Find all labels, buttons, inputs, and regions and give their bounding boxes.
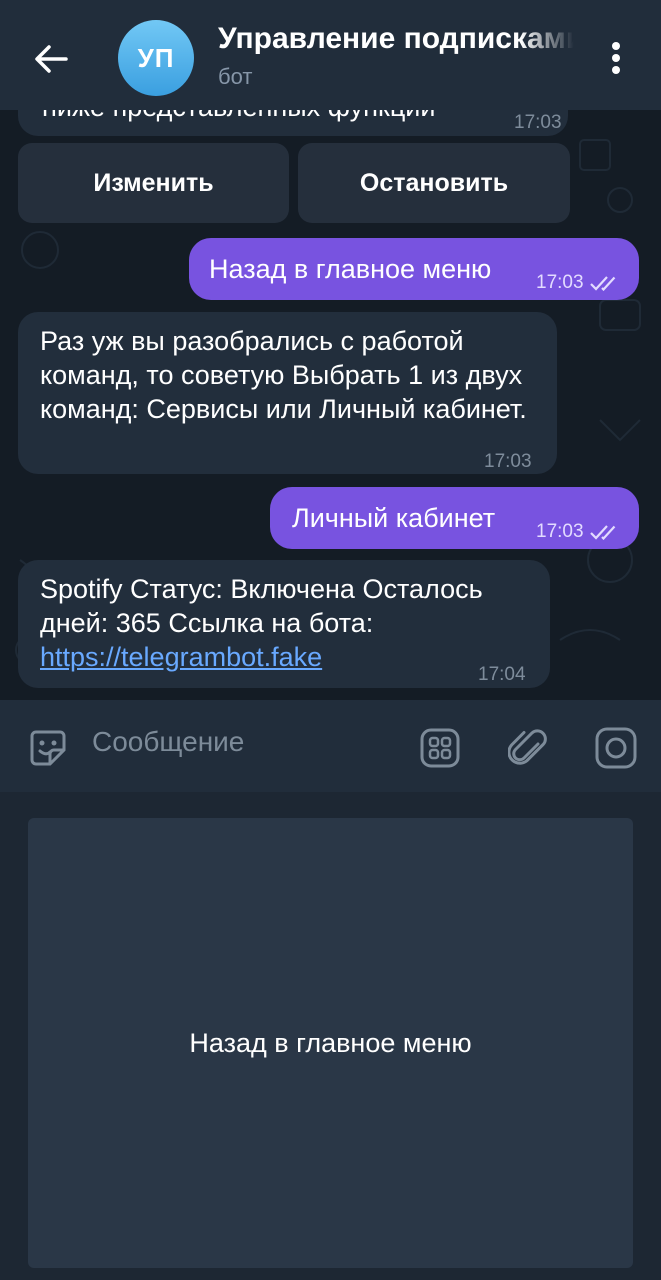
arrow-left-icon xyxy=(35,45,68,73)
message-bubble-outgoing: Назад в главное меню 17:03 xyxy=(189,238,639,300)
message-time: 17:03 xyxy=(484,451,532,472)
camera-button[interactable] xyxy=(592,724,640,772)
sticker-smile-icon xyxy=(30,730,66,766)
chat-header: УП Управление подписками бот xyxy=(0,0,661,110)
message-time: 17:03 xyxy=(536,515,620,549)
reply-keyboard: Назад в главное меню xyxy=(0,792,661,1280)
message-text: Назад в главное меню xyxy=(209,254,492,284)
message-time: 17:03 xyxy=(514,112,562,133)
message-time: 17:04 xyxy=(478,664,526,685)
back-button[interactable] xyxy=(28,36,74,82)
double-check-icon xyxy=(589,276,615,291)
emoji-button[interactable] xyxy=(24,724,72,772)
camera-icon xyxy=(595,727,637,769)
message-input[interactable]: Сообщение xyxy=(92,726,244,758)
message-time: 17:03 xyxy=(536,266,620,300)
message-bubble-incoming: Spotify Статус: Включена Осталось дней: … xyxy=(18,560,550,688)
message-bubble-outgoing: Личный кабинет 17:03 xyxy=(270,487,639,549)
bot-keyboard-button[interactable] xyxy=(416,724,464,772)
inline-button-label: Остановить xyxy=(359,168,509,197)
bot-link[interactable]: https://telegrambot.fake xyxy=(40,642,322,672)
message-text: Личный кабинет xyxy=(292,503,496,533)
double-check-icon xyxy=(589,525,615,540)
chat-title[interactable]: Управление подписками xyxy=(218,22,574,62)
reply-button-back-to-main[interactable]: Назад в главное меню xyxy=(28,818,633,1268)
more-vertical-icon xyxy=(612,42,620,74)
avatar-initials: УП xyxy=(137,42,175,73)
reply-button-label: Назад в главное меню xyxy=(189,1027,472,1058)
bot-keyboard-icon xyxy=(420,728,460,768)
inline-button-change[interactable]: Изменить xyxy=(18,143,289,223)
inline-button-label: Изменить xyxy=(93,168,214,197)
message-bubble-incoming: Раз уж вы разобрались с работой команд, … xyxy=(18,312,557,474)
paperclip-icon xyxy=(508,729,547,765)
avatar[interactable]: УП xyxy=(118,20,194,96)
attach-button[interactable] xyxy=(504,724,552,772)
message-text: Spotify Статус: Включена Осталось дней: … xyxy=(40,574,483,672)
inline-button-stop[interactable]: Остановить xyxy=(298,143,570,223)
message-text: Раз уж вы разобрались с работой команд, … xyxy=(40,326,527,424)
message-input-bar: Сообщение xyxy=(0,700,661,792)
chat-subtitle: бот xyxy=(218,64,253,89)
more-menu-button[interactable] xyxy=(596,38,636,78)
